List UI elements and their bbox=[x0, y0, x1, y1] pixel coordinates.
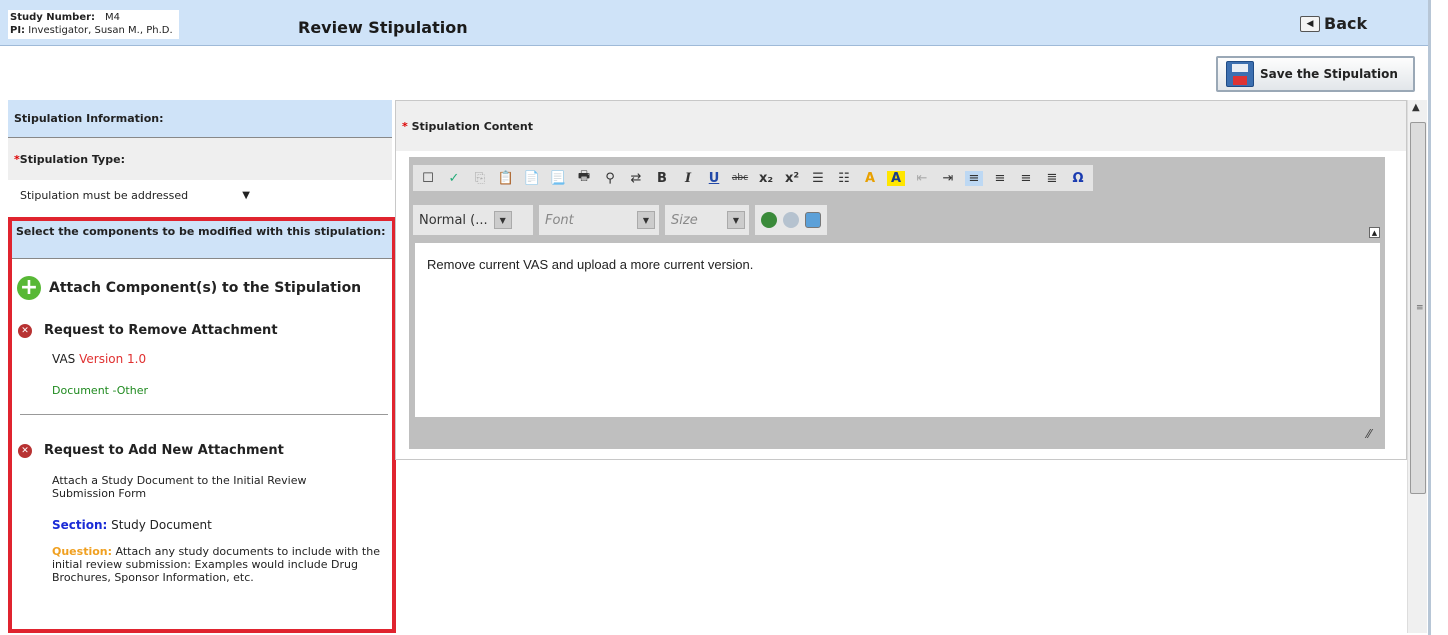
divider bbox=[20, 414, 388, 415]
chevron-down-icon: ▼ bbox=[727, 211, 745, 229]
outdent-icon[interactable]: ⇤ bbox=[913, 171, 931, 186]
stipulation-type-select[interactable]: Stipulation must be addressed ▼ bbox=[14, 184, 256, 206]
content-text: Remove current VAS and upload a more cur… bbox=[427, 257, 754, 272]
remove-icon[interactable]: ✕ bbox=[18, 443, 32, 458]
insert-group bbox=[755, 205, 827, 235]
remove-request: ✕ Request to Remove Attachment bbox=[18, 323, 278, 338]
unlink-icon[interactable] bbox=[783, 212, 799, 228]
rich-text-editor: ☐ ✓ ⎘ 📋 📄 📃 🖶 ⚲ ⇄ B I U abc x₂ x² ☰ ☷ A … bbox=[409, 157, 1385, 449]
spellcheck-icon[interactable]: ✓ bbox=[445, 171, 463, 186]
text-color-icon[interactable]: A bbox=[861, 171, 879, 186]
remove-icon[interactable]: ✕ bbox=[18, 323, 32, 338]
copy-icon[interactable]: ⎘ bbox=[471, 171, 489, 186]
size-placeholder: Size bbox=[671, 212, 698, 228]
add-request-title: Request to Add New Attachment bbox=[44, 443, 284, 458]
italic-icon[interactable]: I bbox=[679, 171, 697, 186]
replace-icon[interactable]: ⇄ bbox=[627, 171, 645, 186]
back-button[interactable]: ◀ Back bbox=[1300, 14, 1367, 33]
align-center-icon[interactable]: ≡ bbox=[991, 171, 1009, 186]
save-label: Save the Stipulation bbox=[1260, 67, 1398, 81]
chevron-down-icon: ▼ bbox=[637, 211, 655, 229]
bullet-list-icon[interactable]: ☷ bbox=[835, 171, 853, 186]
image-icon[interactable] bbox=[805, 212, 821, 228]
pi-label: PI: bbox=[10, 25, 26, 36]
editor-toolbar-formats: Normal (... ▼ Font ▼ Size ▼ bbox=[413, 203, 827, 237]
vertical-scrollbar[interactable]: ▲ ≡ bbox=[1407, 100, 1427, 633]
print-icon[interactable]: 🖶 bbox=[575, 167, 593, 189]
chevron-down-icon: ▼ bbox=[493, 211, 512, 229]
content-editor[interactable]: Remove current VAS and upload a more cur… bbox=[415, 243, 1380, 417]
stipulation-content-panel: * Stipulation Content ☐ ✓ ⎘ 📋 📄 📃 🖶 ⚲ ⇄ … bbox=[395, 100, 1407, 460]
omega-icon[interactable]: Ω bbox=[1069, 171, 1087, 186]
new-page-icon[interactable]: ☐ bbox=[419, 171, 437, 186]
strikethrough-icon[interactable]: abc bbox=[731, 173, 749, 183]
components-box: Select the components to be modified wit… bbox=[8, 217, 396, 633]
format-value: Normal (... bbox=[419, 212, 488, 228]
find-icon[interactable]: ⚲ bbox=[601, 171, 619, 186]
indent-icon[interactable]: ⇥ bbox=[939, 171, 957, 186]
scroll-up-icon[interactable]: ▲ bbox=[1412, 102, 1420, 113]
remove-doc-name: VAS bbox=[52, 352, 76, 366]
study-number-label: Study Number: bbox=[10, 12, 96, 23]
chevron-down-icon: ▼ bbox=[242, 189, 250, 201]
attach-label: Attach Component(s) to the Stipulation bbox=[49, 280, 362, 296]
add-request-question: Question: Attach any study documents to … bbox=[52, 545, 380, 584]
justify-icon[interactable]: ≣ bbox=[1043, 171, 1061, 186]
remove-doc-line: VAS Version 1.0 bbox=[52, 353, 146, 366]
resize-handle-icon[interactable]: ⁄⁄ bbox=[1367, 427, 1371, 441]
format-dropdown[interactable]: Normal (... ▼ bbox=[413, 205, 533, 235]
font-dropdown[interactable]: Font ▼ bbox=[539, 205, 659, 235]
plus-icon: + bbox=[17, 276, 41, 300]
underline-icon[interactable]: U bbox=[705, 171, 723, 186]
remove-doc-version: Version 1.0 bbox=[79, 352, 147, 366]
editor-toolbar: ☐ ✓ ⎘ 📋 📄 📃 🖶 ⚲ ⇄ B I U abc x₂ x² ☰ ☷ A … bbox=[413, 165, 1093, 191]
add-request: ✕ Request to Add New Attachment bbox=[18, 443, 284, 458]
link-icon[interactable] bbox=[761, 212, 777, 228]
content-heading: * Stipulation Content bbox=[396, 101, 1406, 151]
page-title: Review Stipulation bbox=[298, 18, 468, 37]
paste-word-icon[interactable]: 📃 bbox=[549, 171, 567, 186]
back-label: Back bbox=[1324, 14, 1368, 33]
paste-text-icon[interactable]: 📄 bbox=[523, 171, 541, 186]
header-bar: Study Number: M4 PI: Investigator, Susan … bbox=[0, 0, 1428, 46]
type-value: Stipulation must be addressed bbox=[20, 188, 189, 202]
collapse-toolbar-icon[interactable]: ▲ bbox=[1369, 227, 1380, 238]
save-stipulation-button[interactable]: Save the Stipulation bbox=[1216, 56, 1415, 92]
size-dropdown[interactable]: Size ▼ bbox=[665, 205, 749, 235]
numbered-list-icon[interactable]: ☰ bbox=[809, 171, 827, 186]
subscript-icon[interactable]: x₂ bbox=[757, 171, 775, 186]
grip-icon: ≡ bbox=[1416, 303, 1424, 313]
window-edge bbox=[1428, 0, 1448, 635]
align-right-icon[interactable]: ≡ bbox=[1017, 171, 1035, 186]
components-heading: Select the components to be modified wit… bbox=[12, 221, 392, 259]
remove-request-title: Request to Remove Attachment bbox=[44, 323, 278, 338]
bold-icon[interactable]: B bbox=[653, 171, 671, 186]
stipulation-info-panel: Stipulation Information: *Stipulation Ty… bbox=[8, 100, 392, 180]
add-request-description: Attach a Study Document to the Initial R… bbox=[52, 474, 307, 500]
type-label: *Stipulation Type: bbox=[8, 138, 392, 180]
paste-icon[interactable]: 📋 bbox=[497, 171, 515, 186]
scroll-thumb[interactable]: ≡ bbox=[1410, 122, 1426, 494]
superscript-icon[interactable]: x² bbox=[783, 171, 801, 186]
info-heading: Stipulation Information: bbox=[8, 100, 392, 138]
font-placeholder: Font bbox=[545, 212, 574, 228]
add-request-section: Section: Study Document bbox=[52, 518, 212, 532]
floppy-icon bbox=[1226, 61, 1254, 87]
attach-component-button[interactable]: + Attach Component(s) to the Stipulation bbox=[17, 276, 361, 300]
study-info: Study Number: M4 PI: Investigator, Susan … bbox=[8, 10, 179, 39]
align-left-icon[interactable]: ≡ bbox=[965, 170, 983, 186]
pi-name: Investigator, Susan M., Ph.D. bbox=[28, 25, 173, 36]
back-icon: ◀ bbox=[1300, 15, 1320, 32]
background-color-icon[interactable]: A bbox=[887, 170, 905, 186]
study-number: M4 bbox=[105, 12, 121, 23]
remove-doc-type: Document -Other bbox=[52, 384, 148, 397]
